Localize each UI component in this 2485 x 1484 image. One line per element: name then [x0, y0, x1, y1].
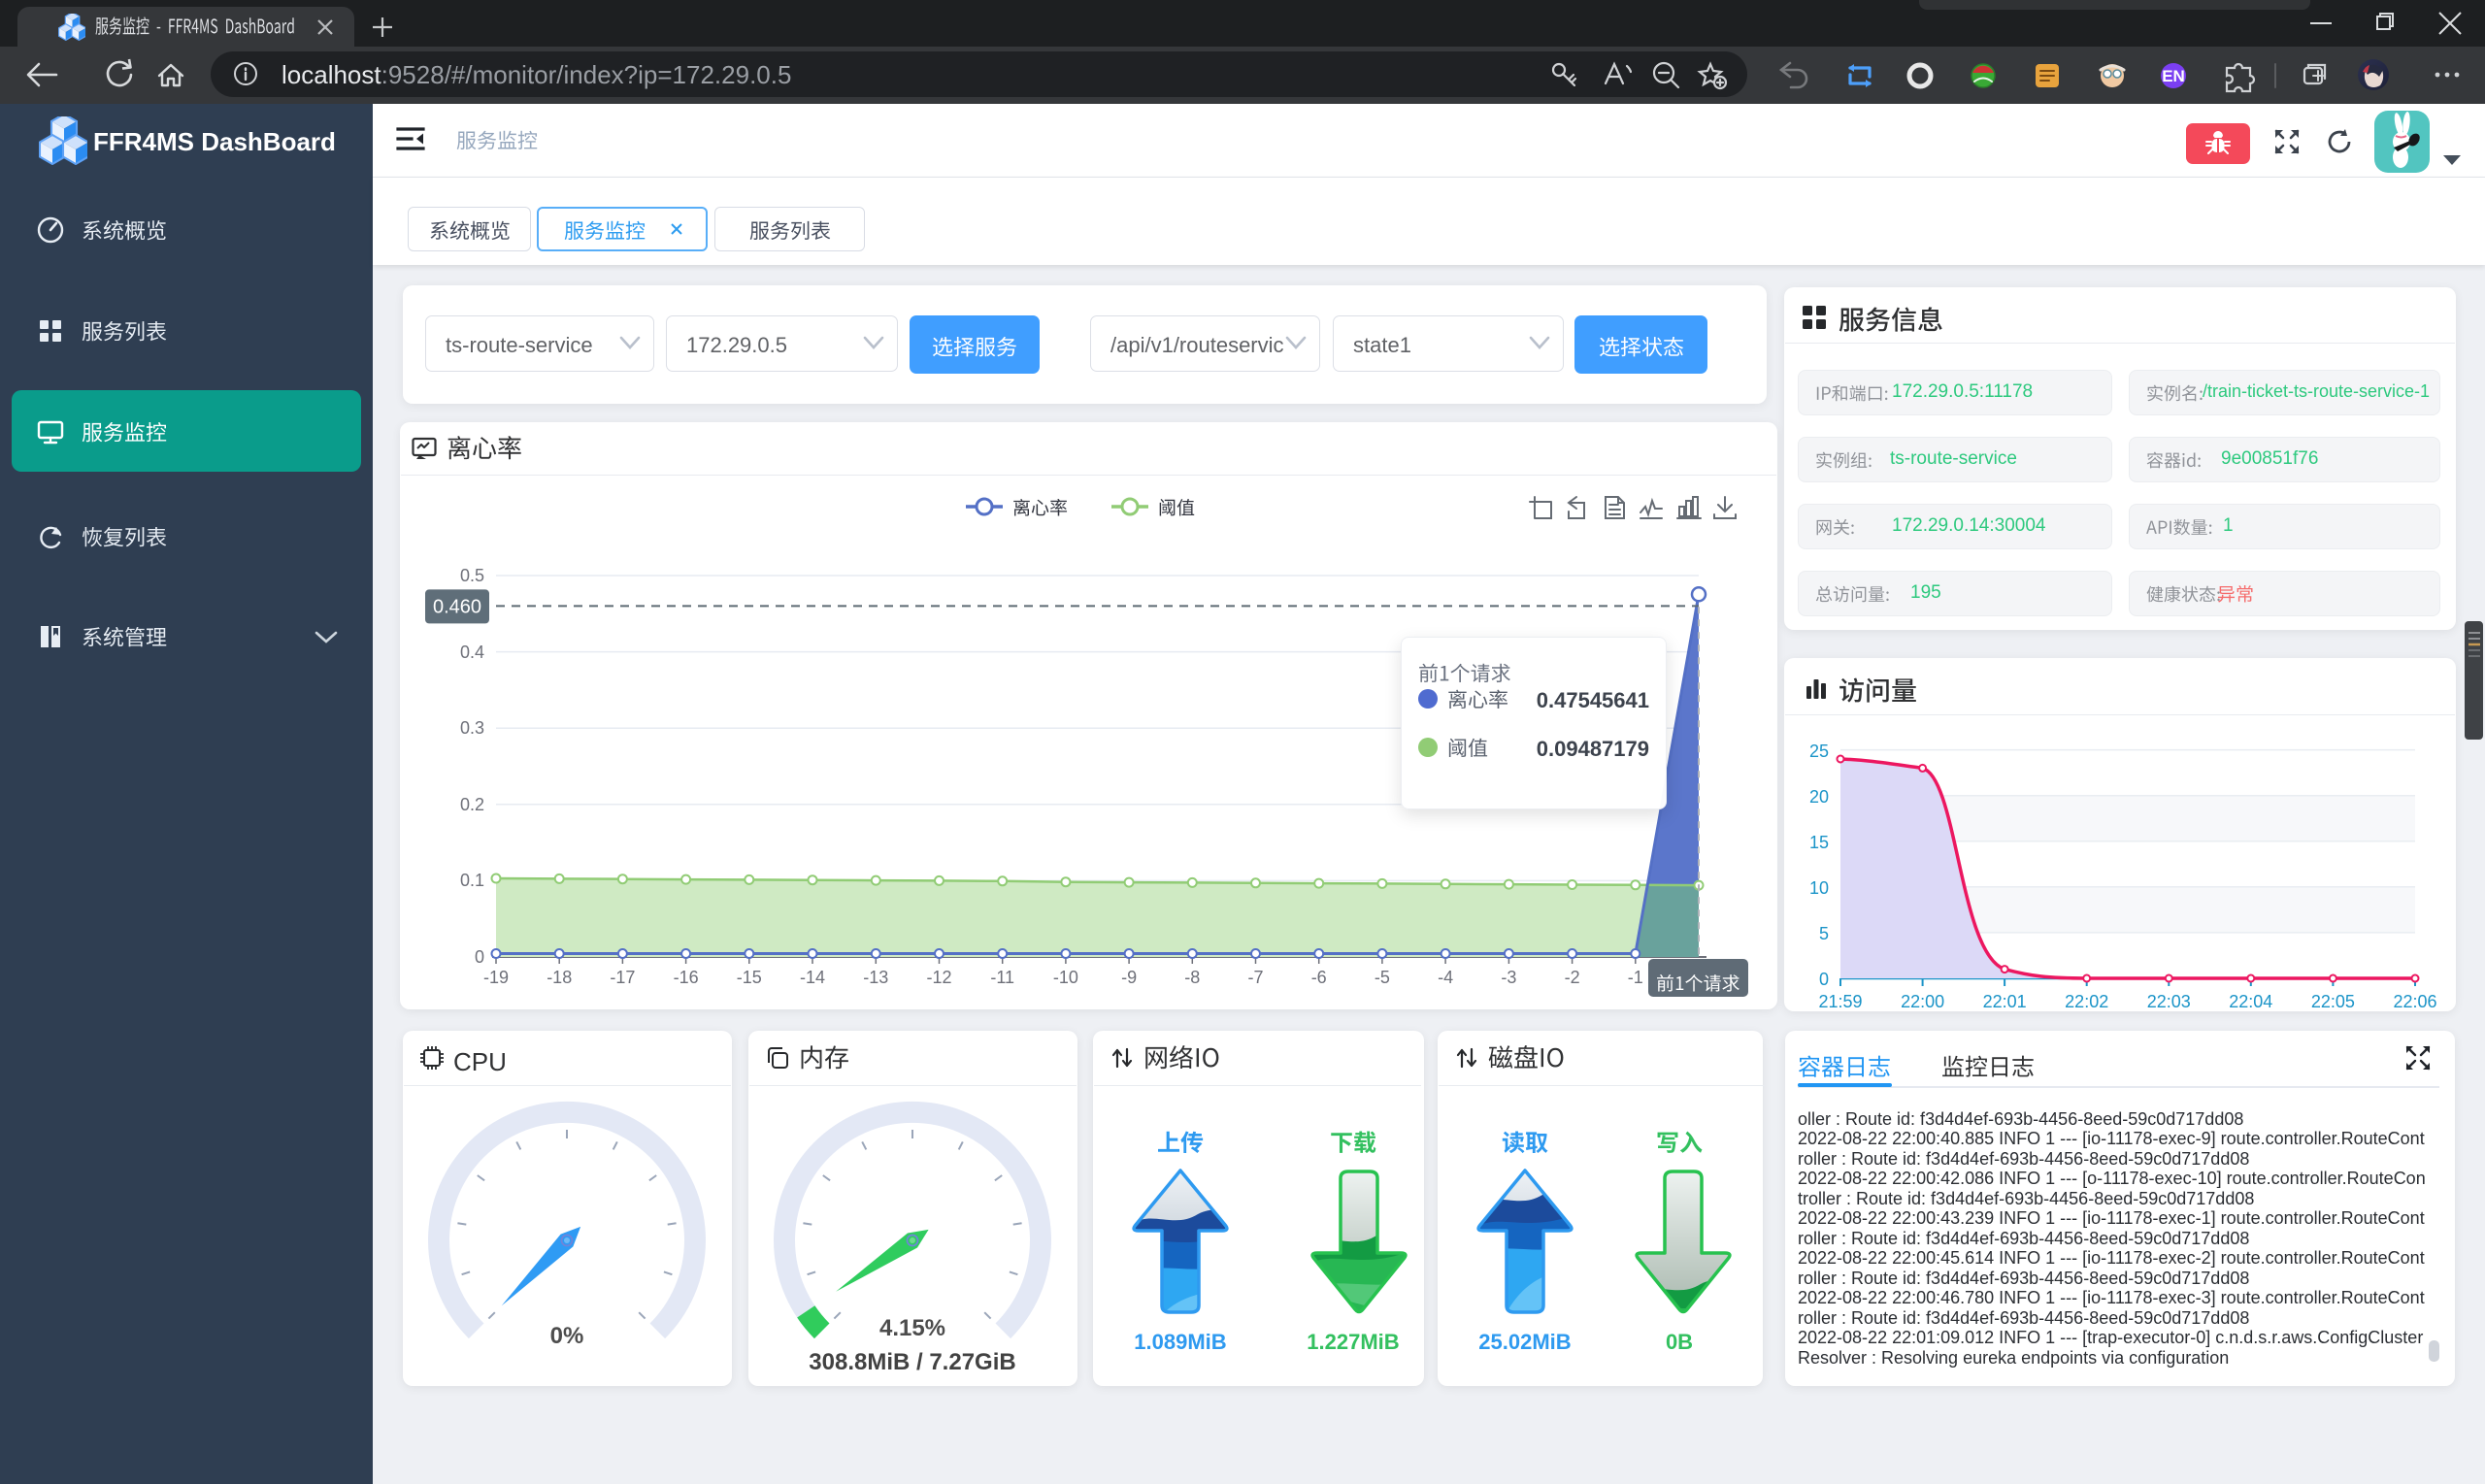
- svg-text:-9: -9: [1121, 968, 1137, 987]
- svg-text:0.3: 0.3: [460, 718, 484, 738]
- svg-text:-5: -5: [1375, 968, 1390, 987]
- svg-text:-13: -13: [863, 968, 888, 987]
- svg-text:-7: -7: [1247, 968, 1263, 987]
- svg-text:-10: -10: [1053, 968, 1078, 987]
- svg-text:-19: -19: [483, 968, 509, 987]
- svg-text:15: 15: [1809, 833, 1829, 852]
- svg-text:-12: -12: [926, 968, 951, 987]
- svg-text:20: 20: [1809, 787, 1829, 807]
- svg-text:22:00: 22:00: [1901, 992, 1944, 1011]
- svg-text:22:05: 22:05: [2311, 992, 2355, 1011]
- svg-text:22:02: 22:02: [2065, 992, 2108, 1011]
- svg-text:-3: -3: [1501, 968, 1516, 987]
- svg-text:0.5: 0.5: [460, 566, 484, 585]
- svg-text:-18: -18: [547, 968, 572, 987]
- svg-text:21:59: 21:59: [1818, 992, 1862, 1011]
- svg-text:22:03: 22:03: [2147, 992, 2191, 1011]
- svg-text:22:06: 22:06: [2393, 992, 2436, 1011]
- svg-text:0.460: 0.460: [433, 596, 481, 617]
- svg-text:-15: -15: [737, 968, 762, 987]
- svg-text:-16: -16: [674, 968, 699, 987]
- svg-text:10: 10: [1809, 878, 1829, 898]
- svg-text:-8: -8: [1184, 968, 1200, 987]
- svg-text:-6: -6: [1311, 968, 1327, 987]
- svg-text:22:04: 22:04: [2229, 992, 2272, 1011]
- svg-text:0.1: 0.1: [460, 871, 484, 890]
- svg-text:-17: -17: [610, 968, 635, 987]
- svg-text:0: 0: [1819, 970, 1829, 989]
- svg-text:-4: -4: [1438, 968, 1453, 987]
- svg-text:-11: -11: [990, 968, 1014, 987]
- svg-text:22:01: 22:01: [1983, 992, 2027, 1011]
- svg-text:-14: -14: [800, 968, 825, 987]
- svg-text:-2: -2: [1565, 968, 1580, 987]
- svg-text:25: 25: [1809, 742, 1829, 761]
- svg-text:-1: -1: [1628, 968, 1643, 987]
- svg-text:5: 5: [1819, 924, 1829, 943]
- svg-text:0: 0: [475, 947, 484, 967]
- svg-text:0.4: 0.4: [460, 643, 484, 662]
- svg-text:0.2: 0.2: [460, 795, 484, 814]
